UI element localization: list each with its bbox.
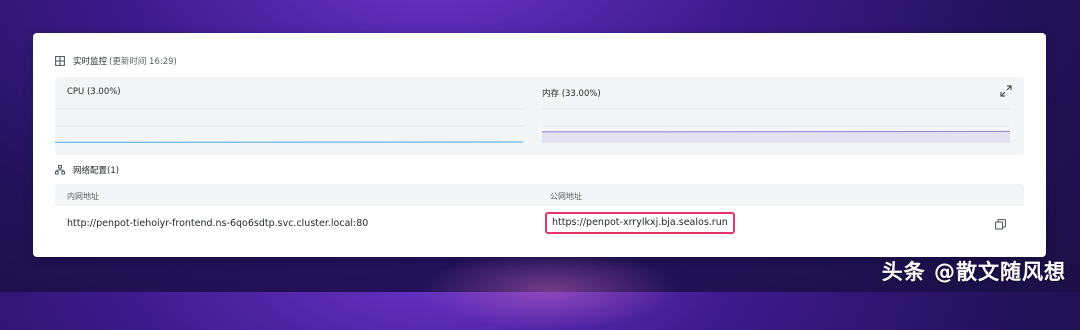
- cpu-label: CPU (3.00%): [67, 87, 121, 97]
- memory-label: 内存 (33.00%): [542, 87, 601, 99]
- monitor-update-time: (更新时间 16:29): [109, 55, 177, 67]
- app-details-card: 实时监控 (更新时间 16:29) CPU (3.00%) 内存 (33.00%…: [33, 33, 1046, 257]
- network-title: 网络配置(1): [73, 164, 119, 176]
- public-address-link[interactable]: https://penpot-xrrylkxj.bja.sealos.run: [545, 212, 735, 234]
- memory-usage-area: [542, 131, 1010, 143]
- network-icon: [55, 165, 65, 175]
- memory-chart: 内存 (33.00%): [542, 77, 1024, 155]
- network-table-header: 内网地址 公网地址: [55, 184, 1024, 206]
- monitor-section-title: 实时监控 (更新时间 16:29): [55, 55, 177, 67]
- copy-icon[interactable]: [995, 219, 1006, 230]
- network-section-title: 网络配置(1): [55, 164, 119, 176]
- column-public-address: 公网地址: [550, 191, 582, 202]
- expand-icon[interactable]: [1000, 85, 1012, 97]
- memory-chart-svg: [542, 103, 1012, 143]
- cpu-chart: CPU (3.00%): [55, 77, 535, 155]
- column-internal-address: 内网地址: [67, 191, 99, 202]
- monitor-icon: [55, 56, 65, 66]
- background-glow: [420, 250, 680, 330]
- internal-address[interactable]: http://penpot-tiehoiyr-frontend.ns-6qo6s…: [67, 218, 368, 230]
- watermark: 头条 @散文随风想: [882, 256, 1066, 286]
- network-table: 内网地址 公网地址 http://penpot-tiehoiyr-fronten…: [55, 184, 1024, 240]
- monitor-panel: CPU (3.00%) 内存 (33.00%): [55, 77, 1024, 155]
- cpu-chart-svg: [55, 103, 535, 143]
- monitor-title: 实时监控: [73, 55, 107, 67]
